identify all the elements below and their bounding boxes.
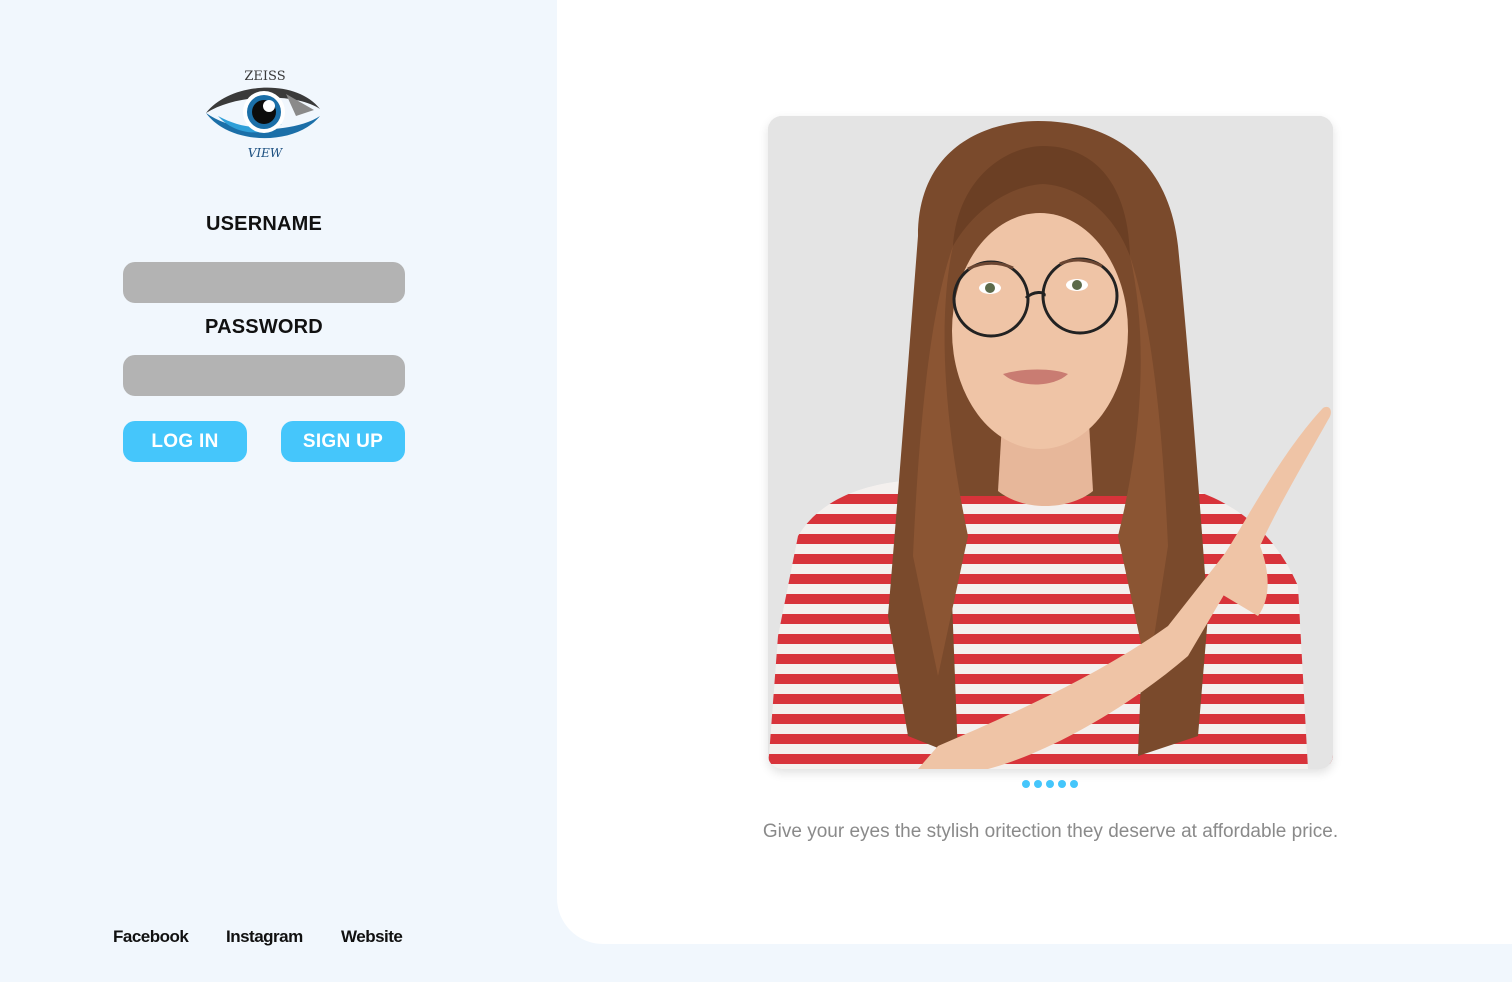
website-link[interactable]: Website <box>341 927 403 947</box>
carousel-dot[interactable] <box>1046 780 1054 788</box>
carousel-indicator <box>1022 780 1078 788</box>
carousel-dot[interactable] <box>1058 780 1066 788</box>
password-label: PASSWORD <box>205 316 323 338</box>
username-input[interactable] <box>123 262 405 303</box>
password-input[interactable] <box>123 355 405 396</box>
instagram-link[interactable]: Instagram <box>226 927 303 947</box>
zeiss-view-logo: ZEISS VIEW <box>200 64 328 164</box>
username-label: USERNAME <box>205 213 323 235</box>
login-panel: ZEISS VIEW USERNAME PASSWORD LOG IN SIGN… <box>0 0 557 982</box>
carousel-dot[interactable] <box>1070 780 1078 788</box>
facebook-link[interactable]: Facebook <box>113 927 189 947</box>
log-in-button[interactable]: LOG IN <box>123 421 247 462</box>
carousel-dot[interactable] <box>1034 780 1042 788</box>
sign-up-button[interactable]: SIGN UP <box>281 421 405 462</box>
svg-text:VIEW: VIEW <box>248 146 284 160</box>
promo-tagline: Give your eyes the stylish oritection th… <box>762 821 1339 842</box>
promo-card: Give your eyes the stylish oritection th… <box>557 0 1512 944</box>
woman-with-glasses-pointing-photo <box>768 116 1333 769</box>
carousel-dot[interactable] <box>1022 780 1030 788</box>
svg-text:ZEISS: ZEISS <box>244 69 285 84</box>
